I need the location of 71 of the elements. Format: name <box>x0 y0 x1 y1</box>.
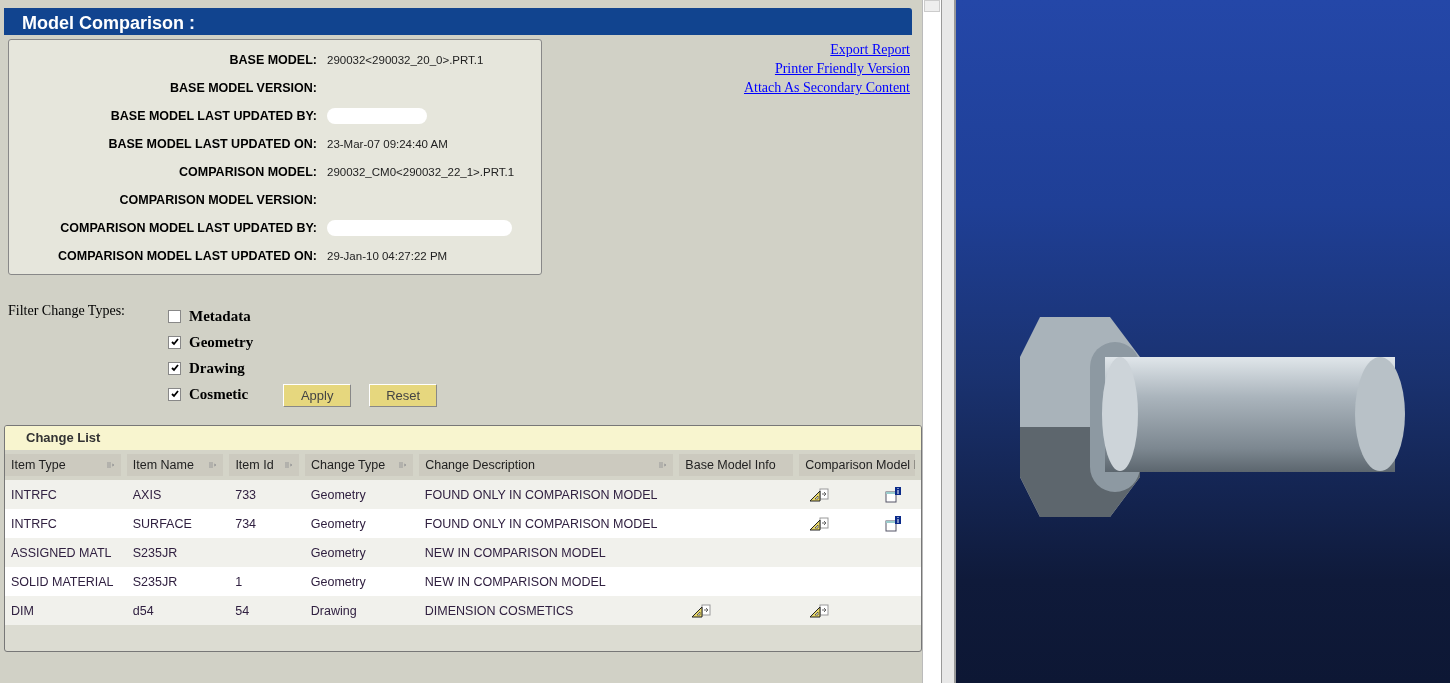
table-cell-text: FOUND ONLY IN COMPARISON MODEL <box>423 487 659 502</box>
column-header[interactable]: Comparison Model I <box>799 454 915 476</box>
filter-button[interactable]: Reset <box>369 384 438 407</box>
table-cell-text: DIMENSION COSMETICS <box>423 603 575 618</box>
link[interactable]: Attach As Secondary Content <box>743 78 910 97</box>
info-window-icon[interactable] <box>885 515 902 532</box>
resize-handle-icon[interactable] <box>659 461 668 469</box>
field-value: 290032<290032_20_0>.PRT.1 <box>327 54 484 66</box>
field-value: 29-Jan-10 04:27:22 PM <box>327 250 448 262</box>
field-label: BASE MODEL VERSION: <box>169 81 317 95</box>
field-value: 290032_CM0<290032_22_1>.PRT.1 <box>327 166 515 178</box>
field-label: BASE MODEL LAST UPDATED ON: <box>107 137 317 151</box>
column-header[interactable]: Base Model Info <box>679 454 794 476</box>
page-title: Model Comparison : <box>4 8 912 35</box>
triangle-arrow-icon[interactable] <box>691 603 712 618</box>
table-cell-text: S235JR <box>131 574 179 589</box>
field-label: COMPARISON MODEL LAST UPDATED BY: <box>59 221 317 235</box>
table-cell-text: S235JR <box>131 545 179 560</box>
table-cell-text: Geometry <box>309 487 367 502</box>
field-label: COMPARISON MODEL: <box>178 165 317 179</box>
table-cell-text: INTRFC <box>10 516 58 531</box>
resize-handle-icon[interactable] <box>106 461 115 469</box>
checkbox[interactable] <box>168 309 181 323</box>
checkbox-label: Drawing <box>189 359 245 377</box>
checkbox[interactable] <box>168 361 181 375</box>
column-header[interactable]: Item Type <box>5 454 121 476</box>
triangle-arrow-icon[interactable] <box>809 516 830 531</box>
table-cell-text: DIM <box>10 603 35 618</box>
table-cell-text: INTRFC <box>10 487 58 502</box>
column-header[interactable]: Item Id <box>229 454 300 476</box>
table-cell-text: Drawing <box>309 603 358 618</box>
table-cell-text: FOUND ONLY IN COMPARISON MODEL <box>423 516 659 531</box>
change-list-title: Change List <box>5 426 921 450</box>
scrollbar[interactable] <box>922 0 941 683</box>
field-label: COMPARISON MODEL LAST UPDATED ON: <box>56 249 317 263</box>
checkbox[interactable] <box>168 335 181 349</box>
column-header[interactable]: Change Type <box>305 454 414 476</box>
table-cell-text: Geometry <box>309 516 367 531</box>
table-cell-text: NEW IN COMPARISON MODEL <box>423 545 607 560</box>
resize-handle-icon[interactable] <box>399 461 408 469</box>
triangle-arrow-icon[interactable] <box>809 603 830 618</box>
field-label: BASE MODEL LAST UPDATED BY: <box>109 109 317 123</box>
field-value: 23-Mar-07 09:24:40 AM <box>327 138 448 150</box>
triangle-arrow-icon[interactable] <box>809 487 830 502</box>
field-label: BASE MODEL: <box>228 53 317 67</box>
table-cell-text: d54 <box>131 603 155 618</box>
table-cell-text: 734 <box>234 516 258 531</box>
table-cell-text: SURFACE <box>131 516 193 531</box>
info-window-icon[interactable] <box>885 486 902 503</box>
table-cell-text: Geometry <box>309 545 367 560</box>
resize-handle-icon[interactable] <box>209 461 218 469</box>
field-label: COMPARISON MODEL VERSION: <box>118 193 317 207</box>
table-cell-text: Geometry <box>309 574 367 589</box>
table-cell-text: NEW IN COMPARISON MODEL <box>423 574 607 589</box>
resize-handle-icon[interactable] <box>285 461 294 469</box>
table-cell-text: ASSIGNED MATL <box>10 545 113 560</box>
filter-button[interactable]: Apply <box>283 384 352 407</box>
link[interactable]: Printer Friendly Version <box>774 59 910 78</box>
checkbox-label: Geometry <box>189 333 254 351</box>
table-cell-text: 54 <box>234 603 251 618</box>
table-cell-text: 733 <box>234 487 258 502</box>
checkbox-label: Cosmetic <box>189 385 249 403</box>
checkbox[interactable] <box>168 387 181 401</box>
column-header[interactable]: Item Name <box>126 454 224 476</box>
table-cell-text: AXIS <box>131 487 163 502</box>
link[interactable]: Export Report <box>830 40 910 59</box>
filter-label: Filter Change Types: <box>8 303 126 320</box>
table-cell-text: 1 <box>234 574 244 589</box>
checkbox-label: Metadata <box>189 307 251 325</box>
column-header[interactable]: Change Description <box>419 454 674 476</box>
table-cell-text: SOLID MATERIAL <box>10 574 115 589</box>
